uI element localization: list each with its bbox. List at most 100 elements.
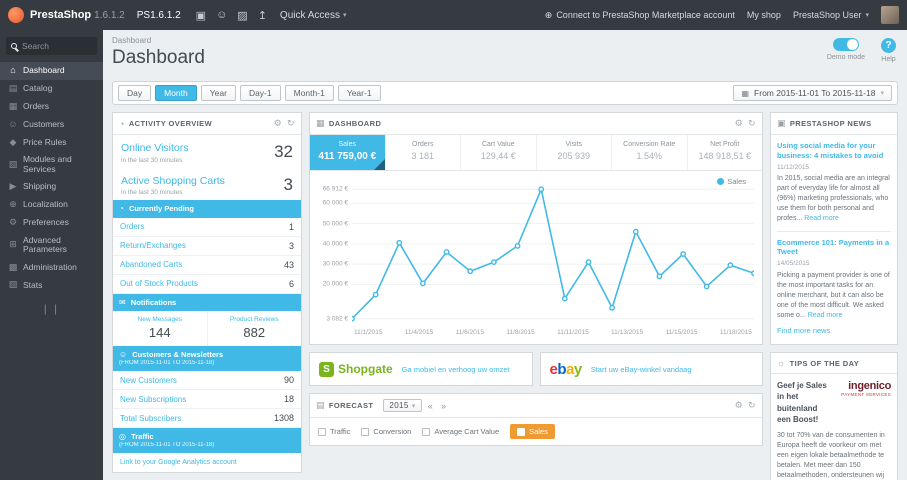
data-point[interactable] bbox=[609, 304, 615, 311]
kpi-sales[interactable]: Sales 411 759,00 € bbox=[310, 135, 386, 170]
ebay-link[interactable]: Start uw eBay-winkel vandaag bbox=[591, 365, 692, 374]
filter-year-1-button[interactable]: Year-1 bbox=[337, 85, 381, 101]
my-shop-link[interactable]: My shop bbox=[747, 10, 781, 20]
data-point[interactable] bbox=[632, 228, 639, 235]
traffic-title: Traffic bbox=[131, 432, 154, 442]
quick-access-menu[interactable]: Quick Access ▾ bbox=[280, 10, 347, 21]
data-point[interactable] bbox=[467, 268, 474, 275]
gear-icon[interactable]: ⚙ bbox=[735, 118, 743, 129]
sidebar-item-price-rules[interactable]: ◆ Price Rules bbox=[0, 134, 103, 152]
kpi-net-profit[interactable]: Net Profit 148 918,51 € bbox=[688, 135, 763, 170]
product-reviews-cell[interactable]: Product Reviews 882 bbox=[208, 311, 302, 346]
forecast-conversion-checkbox[interactable]: Conversion bbox=[361, 427, 411, 436]
data-point[interactable] bbox=[420, 280, 426, 287]
news-item-title[interactable]: Ecommerce 101: Payments in a Tweet bbox=[777, 238, 891, 258]
returns-link[interactable]: Return/Exchanges bbox=[120, 241, 186, 250]
upgrade-icon[interactable]: ↥ bbox=[253, 9, 272, 22]
new-customers-link[interactable]: New Customers bbox=[120, 376, 177, 385]
orders-link[interactable]: Orders bbox=[120, 222, 144, 231]
kpi-conversion-rate[interactable]: Conversion Rate 1.54% bbox=[612, 135, 688, 170]
refresh-icon[interactable]: ↻ bbox=[748, 118, 756, 129]
refresh-icon[interactable]: ↻ bbox=[748, 400, 756, 411]
out-of-stock-link[interactable]: Out of Stock Products bbox=[120, 279, 198, 288]
kpi-orders[interactable]: Orders 3 181 bbox=[386, 135, 461, 170]
employees-icon[interactable]: ☺ bbox=[211, 9, 232, 22]
stats-icon[interactable]: ▨ bbox=[232, 9, 252, 22]
module-promos: S Shopgate Ga mobiel en verhoog uw omzet… bbox=[309, 352, 763, 386]
cart-icon[interactable]: ▣ bbox=[191, 9, 211, 22]
x-tick-label: 11/6/2015 bbox=[455, 329, 484, 336]
kpi-visits[interactable]: Visits 205 939 bbox=[537, 135, 612, 170]
new-messages-cell[interactable]: New Messages 144 bbox=[113, 311, 208, 347]
shop-name[interactable]: PS1.6.1.2 bbox=[137, 10, 181, 21]
next-icon[interactable]: » bbox=[439, 401, 448, 411]
demo-mode-toggle[interactable] bbox=[832, 38, 859, 51]
new-customers-count: 90 bbox=[283, 375, 294, 386]
sidebar-menu: ⌂ Dashboard ▤ Catalog ▦ Orders ☺ Customers ◆… bbox=[0, 62, 103, 294]
gear-icon[interactable]: ⚙ bbox=[274, 118, 282, 129]
search-input[interactable] bbox=[22, 41, 92, 51]
sidebar-item-modules[interactable]: ▧ Modules and Services bbox=[0, 151, 103, 178]
filter-year-button[interactable]: Year bbox=[200, 85, 236, 101]
shopgate-link[interactable]: Ga mobiel en verhoog uw omzet bbox=[402, 365, 510, 374]
previous-icon[interactable]: « bbox=[426, 401, 435, 411]
data-point[interactable] bbox=[372, 291, 379, 298]
chart-plot-area[interactable] bbox=[352, 183, 754, 325]
find-more-news-link[interactable]: Find more news bbox=[777, 326, 891, 337]
avatar[interactable] bbox=[881, 6, 899, 24]
data-point[interactable] bbox=[514, 243, 521, 249]
kpi-cart-value[interactable]: Cart Value 129,44 € bbox=[461, 135, 537, 170]
abandoned-carts-link[interactable]: Abandoned Carts bbox=[120, 260, 182, 269]
data-point[interactable] bbox=[585, 259, 592, 266]
filter-day-button[interactable]: Day bbox=[118, 85, 152, 101]
date-range-picker[interactable]: ▦ From 2015-11-01 To 2015-11-18 ▾ bbox=[733, 85, 892, 101]
filter-day-1-button[interactable]: Day-1 bbox=[239, 85, 281, 101]
sidebar-item-stats[interactable]: ▨ Stats bbox=[0, 276, 103, 294]
data-point[interactable] bbox=[538, 186, 545, 193]
data-point[interactable] bbox=[352, 315, 355, 322]
sidebar-item-localization[interactable]: ⊕ Localization bbox=[0, 196, 103, 214]
forecast-avg-cart-checkbox[interactable]: Average Cart Value bbox=[422, 427, 499, 436]
read-more-link[interactable]: Read more bbox=[808, 312, 843, 319]
sidebar-item-orders[interactable]: ▦ Orders bbox=[0, 98, 103, 116]
forecast-sales-checkbox[interactable]: Sales bbox=[510, 424, 555, 439]
gear-icon[interactable]: ⚙ bbox=[735, 400, 743, 411]
total-subscribers-link[interactable]: Total Subscribers bbox=[120, 414, 181, 423]
sidebar-item-shipping[interactable]: ▶ Shipping bbox=[0, 178, 103, 196]
sidebar-item-administration[interactable]: ▩ Administration bbox=[0, 259, 103, 277]
data-point[interactable] bbox=[443, 249, 450, 255]
user-menu[interactable]: PrestaShop User ▾ bbox=[793, 10, 869, 20]
prestashop-logo-icon[interactable] bbox=[8, 7, 24, 23]
refresh-icon[interactable]: ↻ bbox=[287, 118, 295, 129]
sidebar-item-customers[interactable]: ☺ Customers bbox=[0, 116, 103, 134]
read-more-link[interactable]: Read more bbox=[804, 215, 839, 222]
tips-panel-header: ☼ TIPS OF THE DAY bbox=[771, 353, 897, 375]
data-point[interactable] bbox=[656, 273, 663, 280]
breadcrumb[interactable]: Dashboard bbox=[112, 36, 898, 45]
filter-month-1-button[interactable]: Month-1 bbox=[284, 85, 334, 101]
data-point[interactable] bbox=[751, 270, 754, 277]
active-carts-link[interactable]: Active Shopping Carts bbox=[121, 175, 225, 188]
data-point[interactable] bbox=[396, 239, 403, 246]
help-button[interactable]: ? bbox=[881, 38, 896, 53]
data-point[interactable] bbox=[561, 295, 568, 302]
sidebar-item-dashboard[interactable]: ⌂ Dashboard bbox=[0, 62, 103, 80]
new-subscriptions-link[interactable]: New Subscriptions bbox=[120, 395, 186, 404]
data-point[interactable] bbox=[680, 251, 686, 257]
sidebar-item-advanced-parameters[interactable]: ⊞ Advanced Parameters bbox=[0, 232, 103, 259]
google-analytics-link[interactable]: Link to your Google Analytics account bbox=[113, 453, 301, 472]
online-visitors-link[interactable]: Online Visitors bbox=[121, 142, 189, 155]
data-point[interactable] bbox=[727, 262, 734, 269]
data-point[interactable] bbox=[703, 283, 710, 290]
sidebar-collapse-button[interactable]: ❘❘ bbox=[0, 304, 103, 315]
data-point[interactable] bbox=[491, 259, 497, 266]
sidebar-item-preferences[interactable]: ⚙ Preferences bbox=[0, 214, 103, 232]
forecast-year-select[interactable]: 2015 ▾ bbox=[383, 399, 422, 412]
sidebar-item-catalog[interactable]: ▤ Catalog bbox=[0, 80, 103, 98]
news-item-title[interactable]: Using social media for your business: 4 … bbox=[777, 141, 891, 161]
marketplace-link[interactable]: ⊕ Connect to PrestaShop Marketplace acco… bbox=[545, 10, 735, 21]
forecast-traffic-checkbox[interactable]: Traffic bbox=[318, 427, 350, 436]
filter-month-button[interactable]: Month bbox=[155, 85, 197, 101]
sidebar-search[interactable] bbox=[6, 37, 97, 55]
checkbox-icon bbox=[517, 427, 526, 436]
